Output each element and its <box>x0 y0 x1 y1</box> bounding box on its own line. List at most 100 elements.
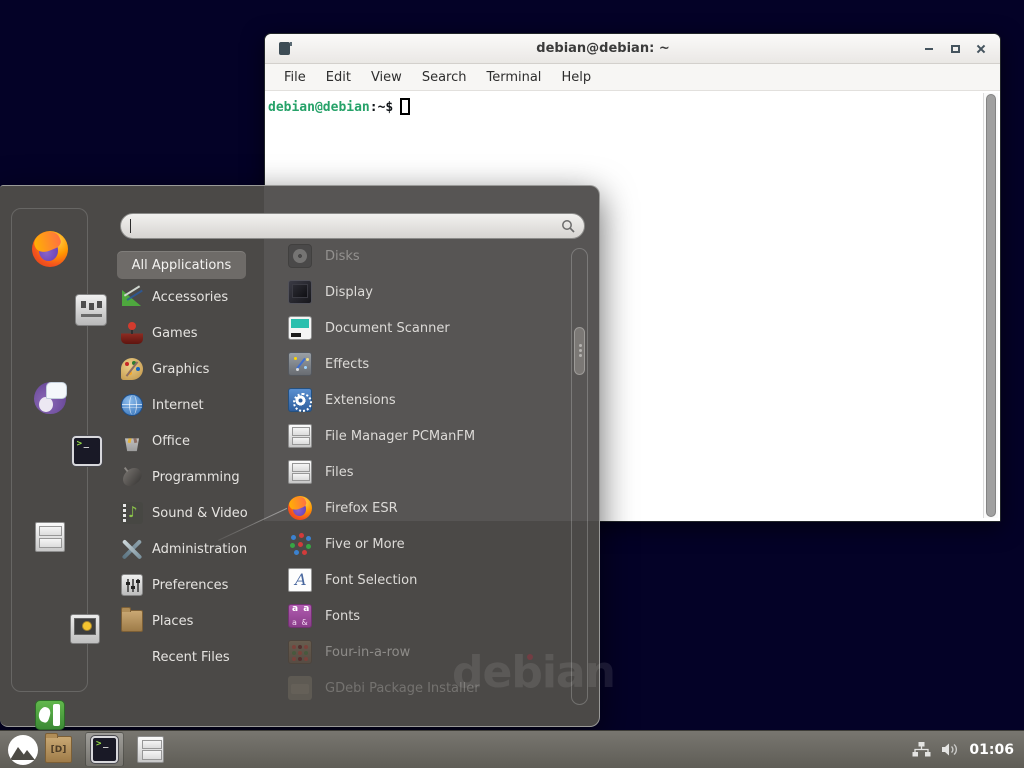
category-games[interactable]: Games <box>117 315 267 351</box>
app-label: Document Scanner <box>325 321 450 336</box>
five-or-more-icon <box>288 532 312 556</box>
sound-video-icon <box>121 502 143 524</box>
app-firefox-esr[interactable]: Firefox ESR <box>288 490 576 526</box>
app-document-scanner[interactable]: Document Scanner <box>288 310 576 346</box>
app-files[interactable]: Files <box>288 454 576 490</box>
firefox-icon[interactable] <box>32 231 68 267</box>
category-office[interactable]: Office <box>117 423 267 459</box>
search-input[interactable] <box>120 213 585 239</box>
category-recent-files[interactable]: Recent Files <box>117 639 267 675</box>
disks-icon <box>288 244 312 268</box>
menu-button[interactable] <box>8 735 38 765</box>
menu-scrollbar[interactable] <box>571 248 588 705</box>
app-fonts[interactable]: Fonts <box>288 598 576 634</box>
accessories-icon <box>121 286 143 308</box>
firefox-esr-icon <box>288 496 312 520</box>
fonts-icon <box>288 604 312 628</box>
category-label: Accessories <box>152 290 228 305</box>
taskbar-files-icon <box>137 736 164 763</box>
desktop: debian@debian: ~ File Edit View Search T… <box>0 0 1024 768</box>
terminal-menubar: File Edit View Search Terminal Help <box>265 64 1000 91</box>
minimize-button[interactable] <box>916 38 942 60</box>
internet-icon <box>121 394 143 416</box>
places-icon <box>121 610 143 632</box>
menu-help[interactable]: Help <box>551 68 601 87</box>
prompt-suffix: :~$ <box>370 100 393 115</box>
category-label: Places <box>152 614 193 629</box>
volume-icon[interactable] <box>941 742 959 757</box>
terminal-cursor <box>400 98 410 115</box>
office-icon <box>121 430 143 452</box>
font-selection-icon <box>288 568 312 592</box>
maximize-icon <box>951 45 960 53</box>
taskbar-terminal-button[interactable] <box>85 732 124 767</box>
app-five-or-more[interactable]: Five or More <box>288 526 576 562</box>
category-label: Sound & Video <box>152 506 248 521</box>
app-extensions[interactable]: Extensions <box>288 382 576 418</box>
pidgin-icon[interactable] <box>34 382 66 414</box>
close-button[interactable] <box>968 38 994 60</box>
app-label: Five or More <box>325 537 405 552</box>
category-accessories[interactable]: Accessories <box>117 279 267 315</box>
terminal-title: debian@debian: ~ <box>290 41 916 56</box>
category-internet[interactable]: Internet <box>117 387 267 423</box>
desktop-folder-button[interactable]: [D] <box>45 736 72 763</box>
extensions-icon <box>288 388 312 412</box>
category-label: Graphics <box>152 362 209 377</box>
menu-file[interactable]: File <box>274 68 316 87</box>
taskbar-terminal-icon <box>91 736 118 763</box>
category-label: Programming <box>152 470 240 485</box>
app-font-selection[interactable]: Font Selection <box>288 562 576 598</box>
document-scanner-icon <box>288 316 312 340</box>
menu-scrollbar-thumb[interactable] <box>574 327 585 375</box>
category-graphics[interactable]: Graphics <box>117 351 267 387</box>
app-display[interactable]: Display <box>288 274 576 310</box>
log-out-icon[interactable] <box>35 700 65 730</box>
category-preferences[interactable]: Preferences <box>117 567 267 603</box>
clock[interactable]: 01:06 <box>969 742 1014 758</box>
close-icon <box>976 44 986 54</box>
taskbar: [D] <box>0 730 1024 768</box>
games-icon <box>121 322 143 344</box>
app-label: Extensions <box>325 393 396 408</box>
category-sound-video[interactable]: Sound & Video <box>117 495 267 531</box>
prompt-user-host: debian@debian <box>268 100 370 115</box>
all-applications-label: All Applications <box>132 258 232 273</box>
menu-search[interactable]: Search <box>412 68 477 87</box>
app-label: Font Selection <box>325 573 417 588</box>
app-effects[interactable]: Effects <box>288 346 576 382</box>
display-icon <box>288 280 312 304</box>
file-manager-icon[interactable] <box>35 522 65 552</box>
input-settings-icon[interactable] <box>75 294 107 326</box>
terminal-icon[interactable] <box>72 436 102 466</box>
gdebi-icon <box>288 676 312 700</box>
system-tray: 01:06 <box>912 742 1016 758</box>
lock-screen-icon[interactable] <box>70 614 100 644</box>
menu-edit[interactable]: Edit <box>316 68 361 87</box>
menu-terminal[interactable]: Terminal <box>476 68 551 87</box>
app-list: Disks Display Document Scanner Effects E… <box>288 238 576 706</box>
menu-view[interactable]: View <box>361 68 412 87</box>
debian-watermark-dot <box>527 654 533 660</box>
terminal-titlebar[interactable]: debian@debian: ~ <box>265 34 1000 64</box>
terminal-scrollbar[interactable] <box>983 93 998 518</box>
app-file-manager-pcmanfm[interactable]: File Manager PCManFM <box>288 418 576 454</box>
files-icon <box>288 460 312 484</box>
app-disks[interactable]: Disks <box>288 238 576 274</box>
network-icon[interactable] <box>912 742 931 757</box>
terminal-window-icon <box>279 42 290 55</box>
app-label: Display <box>325 285 373 300</box>
taskbar-files-button[interactable] <box>137 736 164 763</box>
terminal-scrollbar-thumb[interactable] <box>986 94 996 517</box>
category-label: Office <box>152 434 190 449</box>
app-label: Four-in-a-row <box>325 645 410 660</box>
folder-d-icon: [D] <box>45 736 72 763</box>
favorites-panel <box>11 208 88 692</box>
maximize-button[interactable] <box>942 38 968 60</box>
category-places[interactable]: Places <box>117 603 267 639</box>
category-programming[interactable]: Programming <box>117 459 267 495</box>
all-applications-button[interactable]: All Applications <box>117 251 246 279</box>
category-administration[interactable]: Administration <box>117 531 267 567</box>
category-list: Accessories Games Graphics Internet Offi… <box>117 279 267 675</box>
graphics-icon <box>121 358 143 380</box>
